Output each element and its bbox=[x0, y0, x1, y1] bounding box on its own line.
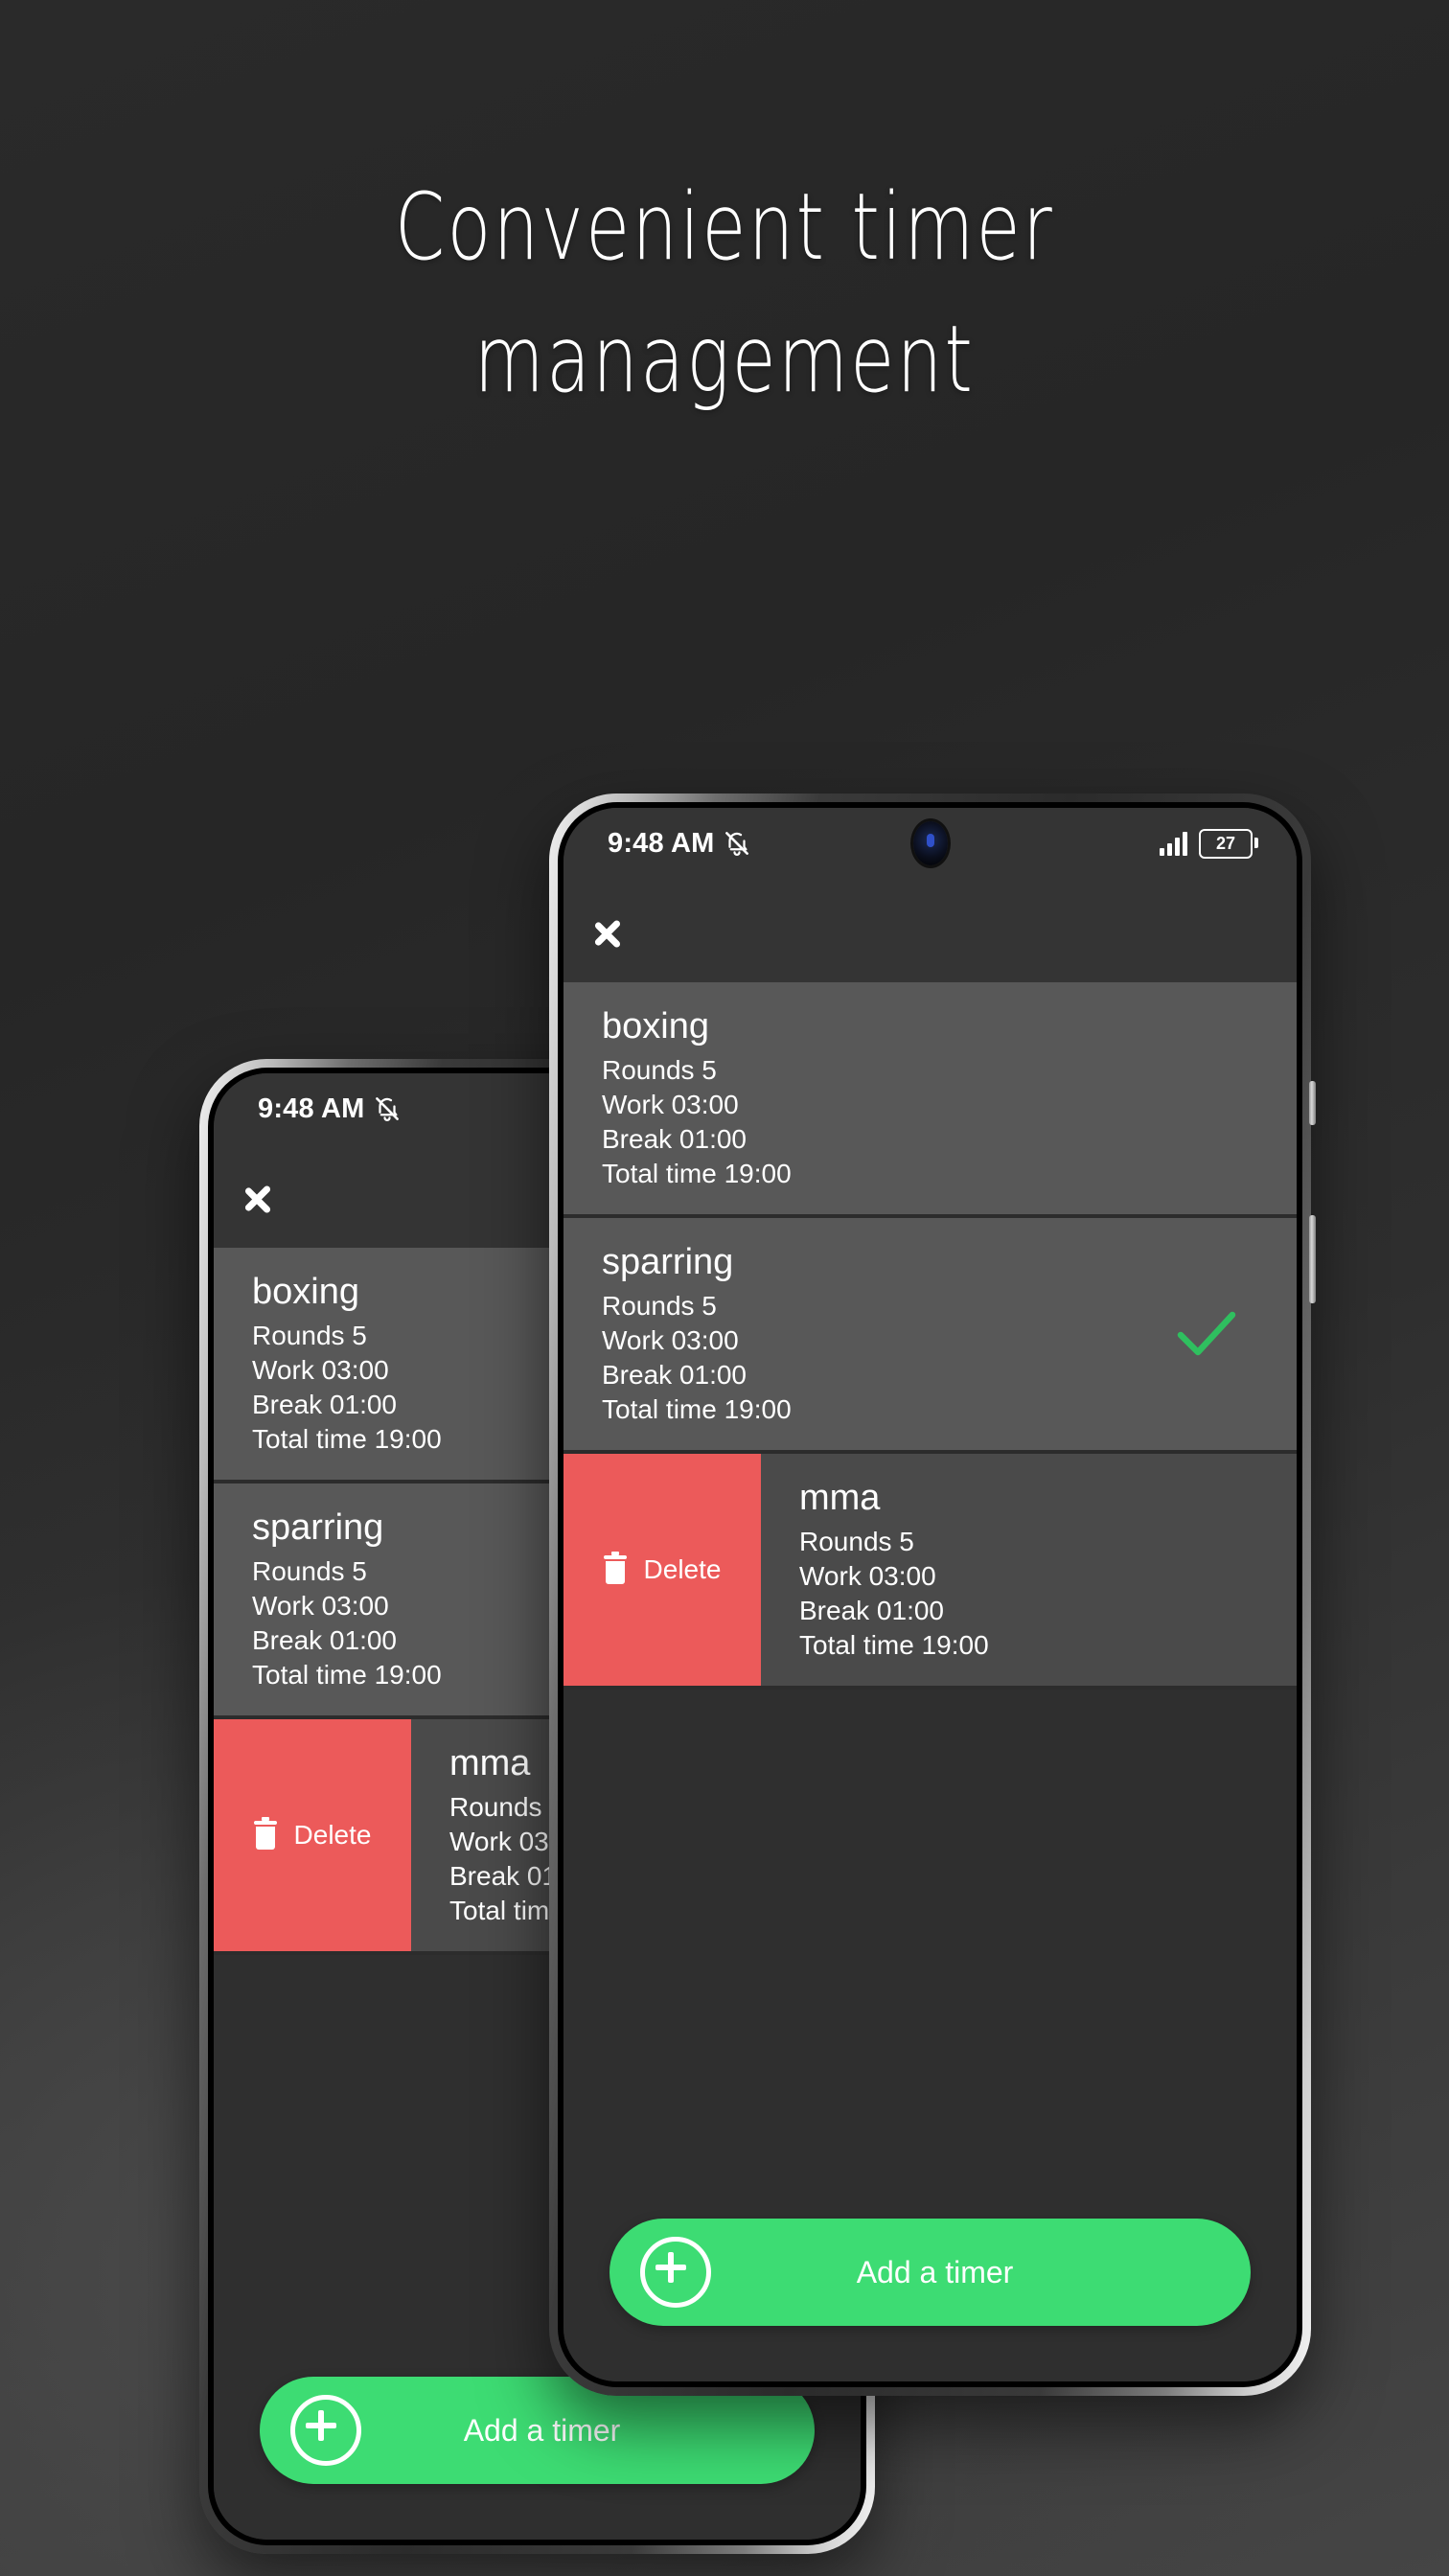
status-bar-left-back: 9:48 AM bbox=[258, 1093, 402, 1125]
add-timer-label-front: Add a timer bbox=[856, 2254, 1014, 2289]
timer-item-content: boxing Rounds 5 Work 03:00 Break 01:00 Total… bbox=[564, 982, 1297, 1214]
status-bar-right-front: 27 bbox=[1160, 828, 1258, 859]
timer-break-line: Break 01:00 bbox=[602, 1124, 747, 1154]
timer-rounds-line: Rounds 5 bbox=[602, 1055, 717, 1085]
add-timer-area-back: Add a timer bbox=[214, 2377, 861, 2540]
trash-icon bbox=[603, 1552, 627, 1584]
phone-side-button-top[interactable] bbox=[1309, 1081, 1316, 1125]
list-empty-space-front bbox=[564, 1690, 1297, 2219]
headline-line-2: management bbox=[473, 306, 976, 413]
signal-bars-icon bbox=[1160, 831, 1187, 856]
selected-check-icon bbox=[1149, 1310, 1264, 1358]
timer-item-content: mma Rounds 5 Work 03:00 Break 01:00 Total ti… bbox=[761, 1454, 1297, 1686]
timer-total-line: Total time 19:00 bbox=[799, 1630, 989, 1660]
timer-break-line: Break 01:00 bbox=[799, 1596, 944, 1625]
battery-icon: 27 bbox=[1199, 828, 1258, 859]
bell-muted-icon bbox=[375, 1097, 399, 1121]
delete-swipe-action[interactable]: Delete bbox=[564, 1454, 761, 1686]
phone-bezel-front: 9:48 AM 27 boxing Rounds 5 Work 03:00 Br… bbox=[558, 802, 1302, 2387]
status-time-back: 9:48 AM bbox=[258, 1092, 365, 1124]
delete-swipe-action[interactable]: Delete bbox=[214, 1719, 411, 1951]
back-chevron-icon[interactable] bbox=[265, 1169, 298, 1223]
timer-rounds-line: Rounds 5 bbox=[799, 1527, 914, 1556]
timer-total-line: Total time 19:00 bbox=[602, 1159, 792, 1188]
timer-name: boxing bbox=[602, 1006, 709, 1046]
page-title: Convenient timer management bbox=[159, 161, 1289, 426]
add-timer-label-back: Add a timer bbox=[463, 2412, 621, 2448]
timer-list-item[interactable]: Delete mma Rounds 5 Work 03:00 Break 01:00 To… bbox=[564, 1454, 1297, 1690]
timer-rounds-line: Rounds 5 bbox=[602, 1291, 717, 1321]
timer-total-line: Total time 19:00 bbox=[602, 1394, 792, 1424]
phone-side-button-bottom[interactable] bbox=[1309, 1215, 1316, 1303]
bell-muted-icon bbox=[724, 832, 748, 856]
headline-line-1: Convenient timer bbox=[394, 173, 1055, 281]
timer-break-line: Break 01:00 bbox=[602, 1360, 747, 1390]
add-timer-button-front[interactable]: Add a timer bbox=[610, 2219, 1251, 2326]
status-time-front: 9:48 AM bbox=[608, 827, 715, 859]
delete-label: Delete bbox=[293, 1820, 372, 1850]
timer-work-line: Work 03:00 bbox=[602, 1090, 739, 1119]
screen-body-front: boxing Rounds 5 Work 03:00 Break 01:00 Total… bbox=[564, 982, 1297, 2381]
plus-circle-icon bbox=[640, 2237, 711, 2308]
timer-item-content: sparring Rounds 5 Work 03:00 Break 01:00 Tot… bbox=[564, 1218, 1149, 1450]
battery-level-label: 27 bbox=[1215, 833, 1236, 853]
timer-work-line: Work 03:00 bbox=[602, 1325, 739, 1355]
status-bar-left-front: 9:48 AM bbox=[608, 828, 751, 860]
punch-hole-camera bbox=[912, 821, 948, 865]
status-bar-front: 9:48 AM 27 bbox=[564, 808, 1297, 879]
timer-name: mma bbox=[799, 1478, 881, 1518]
phone-screen-front: 9:48 AM 27 boxing Rounds 5 Work 03:00 Br… bbox=[564, 808, 1297, 2381]
trash-icon bbox=[253, 1817, 277, 1850]
plus-circle-icon bbox=[290, 2395, 361, 2466]
back-chevron-icon[interactable] bbox=[615, 904, 648, 957]
timer-name: sparring bbox=[602, 1242, 734, 1282]
app-bar-front bbox=[564, 879, 1297, 982]
timer-list-item[interactable]: sparring Rounds 5 Work 03:00 Break 01:00 Tot… bbox=[564, 1218, 1297, 1454]
timer-list-item[interactable]: boxing Rounds 5 Work 03:00 Break 01:00 Total… bbox=[564, 982, 1297, 1218]
promo-screenshot: Convenient timer management 9:48 AM boxi… bbox=[0, 0, 1449, 2576]
add-timer-area-front: Add a timer bbox=[564, 2219, 1297, 2381]
timer-work-line: Work 03:00 bbox=[799, 1561, 936, 1591]
delete-label: Delete bbox=[643, 1554, 722, 1584]
phone-mockup-front: 9:48 AM 27 boxing Rounds 5 Work 03:00 Br… bbox=[549, 794, 1316, 2396]
timer-list-front: boxing Rounds 5 Work 03:00 Break 01:00 Total… bbox=[564, 982, 1297, 1690]
